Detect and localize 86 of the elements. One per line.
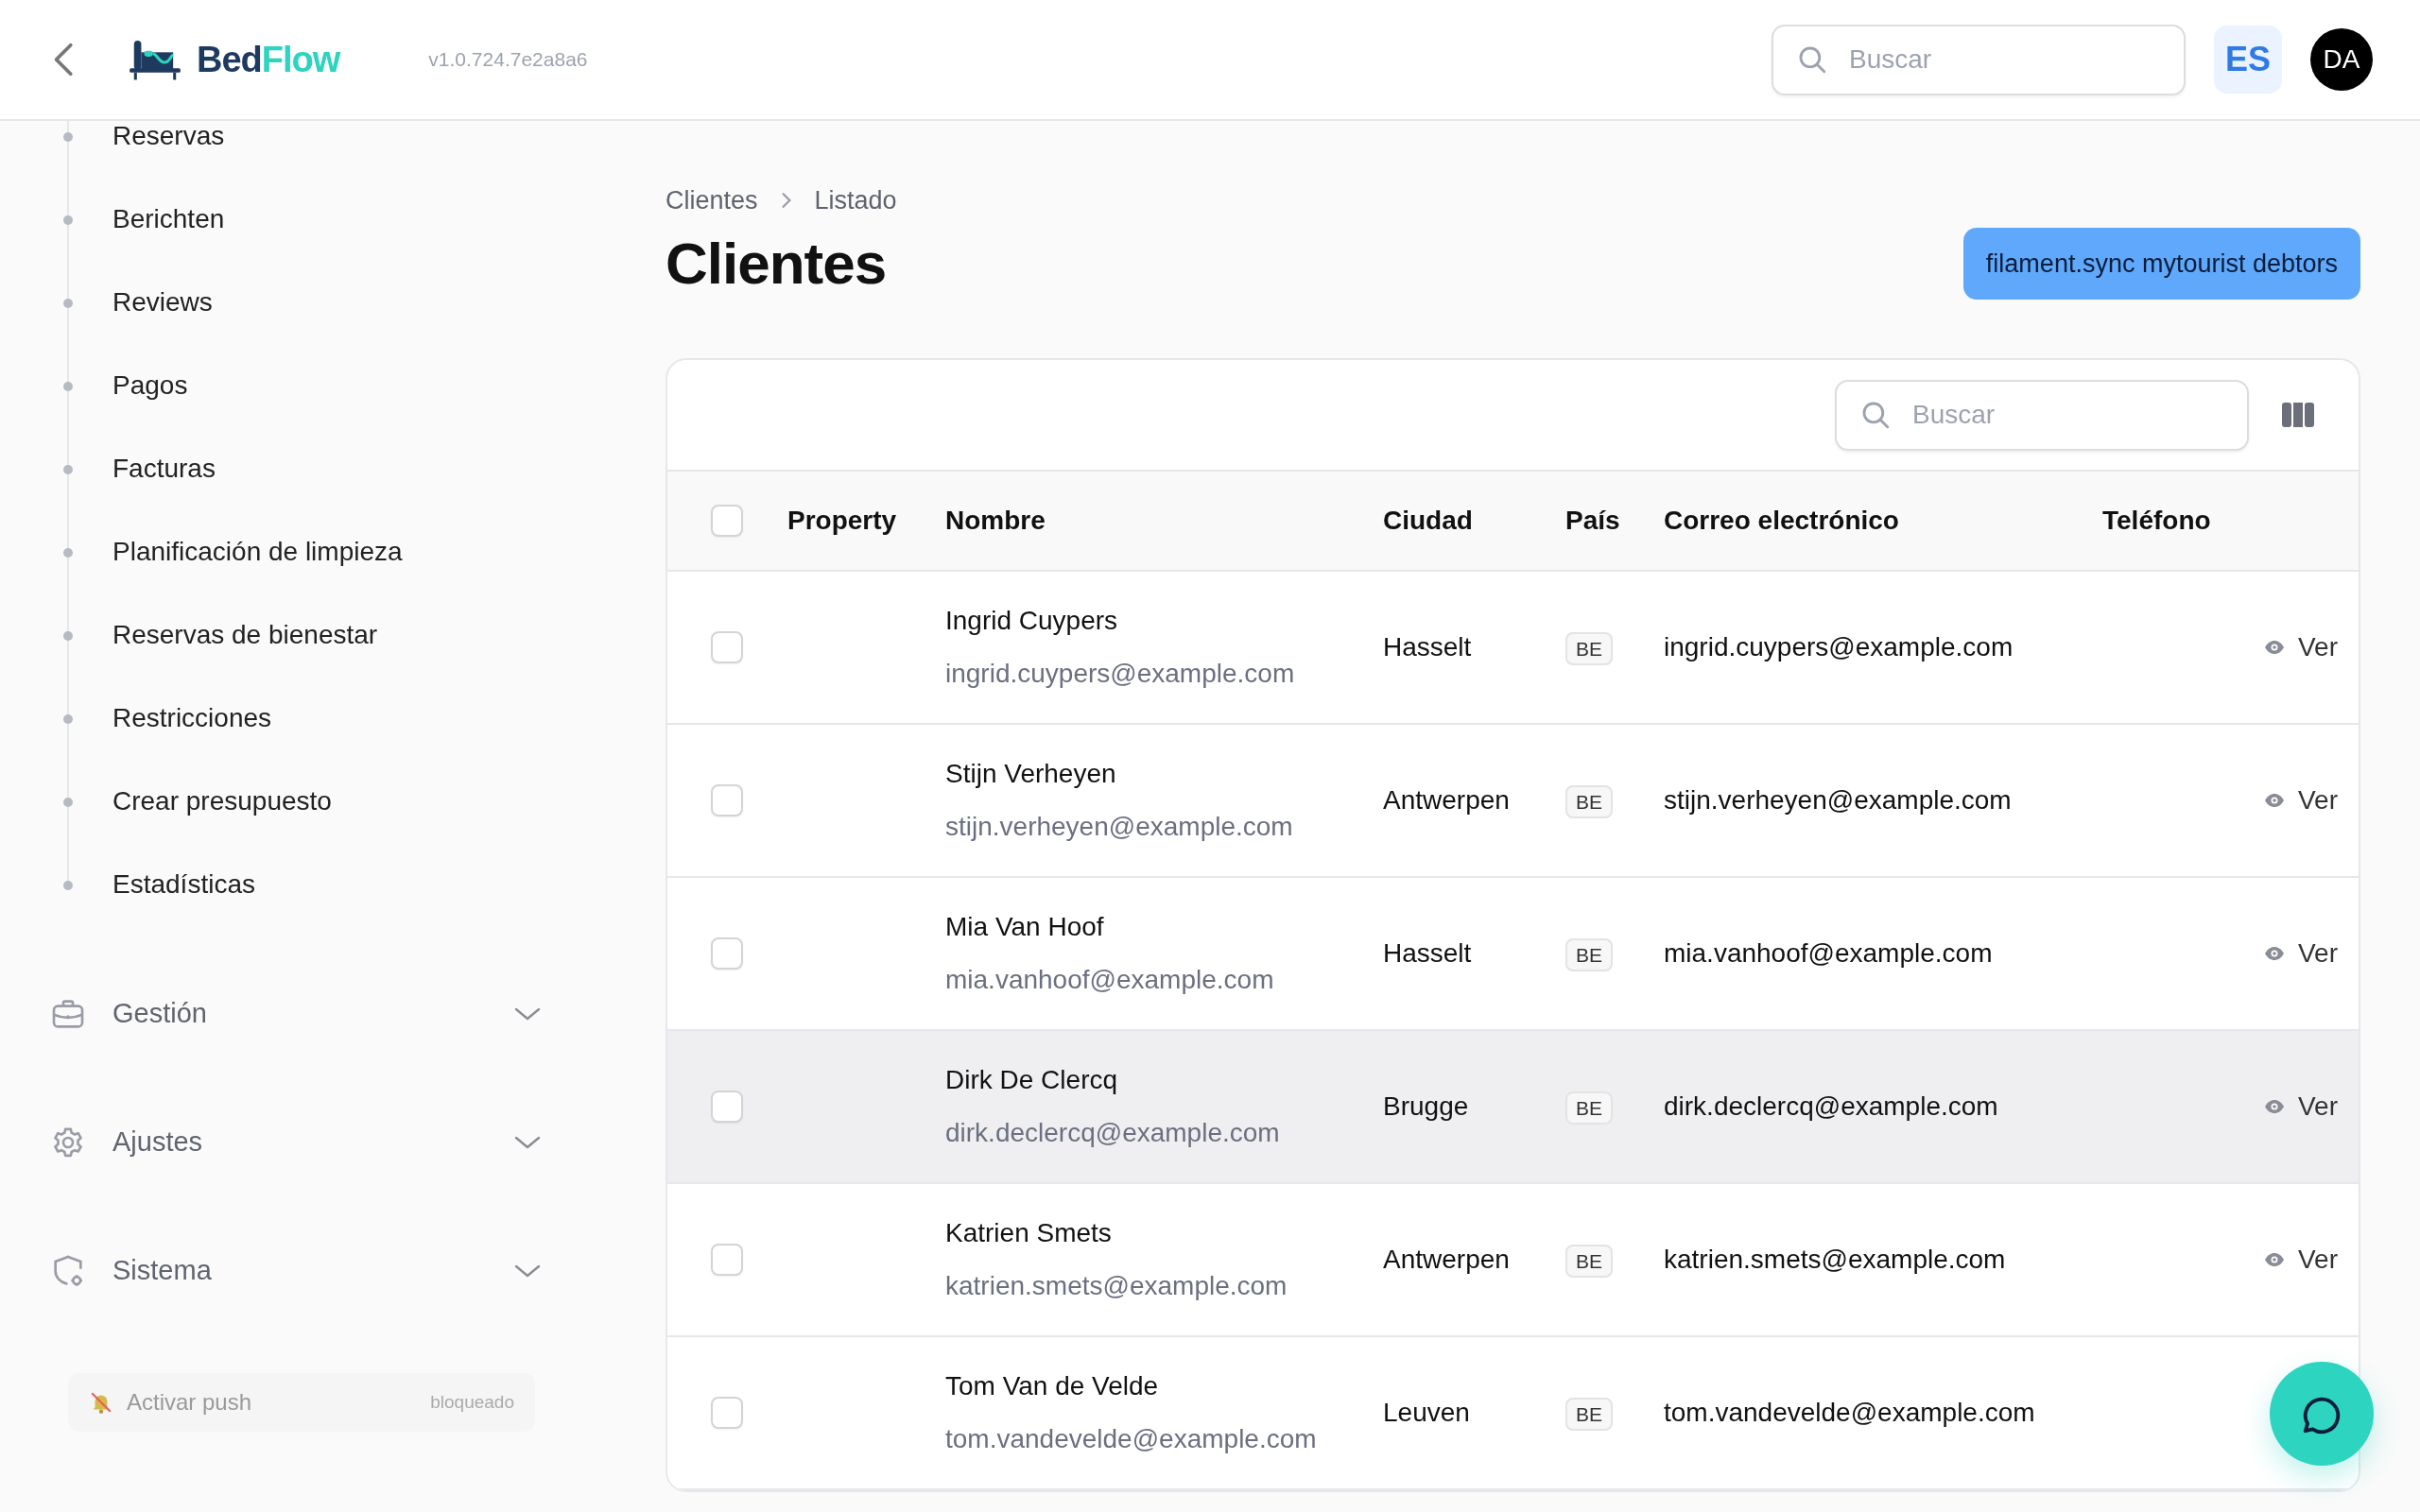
email-cell-text: katrien.smets@example.com [1664, 1244, 2007, 1276]
client-email: mia.vanhoof@example.com [945, 964, 1275, 996]
columns-icon [2281, 403, 2315, 427]
row-checkbox[interactable] [711, 784, 743, 816]
client-name: Dirk De Clercq [945, 1064, 1119, 1096]
country-tag: BE [1565, 785, 1613, 818]
sidebar-item[interactable]: Planificación de limpieza [112, 532, 403, 572]
language-button[interactable]: ES [2214, 26, 2282, 94]
column-header[interactable]: País [1565, 501, 1664, 541]
sidebar-item[interactable]: Crear presupuesto [112, 782, 332, 821]
client-name: Tom Van de Velde [945, 1370, 1160, 1402]
nav-dot [63, 299, 73, 308]
row-checkbox[interactable] [711, 937, 743, 970]
app-logo-text: BedFlow [197, 38, 340, 81]
country-tag: BE [1565, 632, 1613, 665]
nav-dot [63, 714, 73, 724]
user-avatar[interactable]: DA [2310, 28, 2373, 91]
city-cell-text: Antwerpen [1383, 1244, 1511, 1276]
row-checkbox[interactable] [711, 1244, 743, 1276]
view-link[interactable]: Ver [2261, 627, 2338, 667]
client-name: Stijn Verheyen [945, 758, 1117, 790]
sync-button[interactable]: filament.sync mytourist debtors [1962, 227, 2360, 300]
city-cell-text: Hasselt [1383, 631, 1473, 663]
sidebar-item[interactable]: Reservas de bienestar [112, 615, 378, 655]
select-all-checkbox[interactable] [711, 505, 743, 537]
sidebar-group[interactable]: Ajustes [112, 1122, 514, 1163]
search-field[interactable]: Buscar [1835, 379, 2249, 451]
sidebar-group[interactable]: Sistema [112, 1250, 514, 1292]
nav-dot [63, 548, 73, 558]
email-cell-text: dirk.declercq@example.com [1664, 1091, 1999, 1123]
columns-button[interactable] [2281, 403, 2315, 427]
page-title: Clientes [666, 229, 887, 298]
email-cell-text: stijn.verheyen@example.com [1664, 784, 2013, 816]
nav-dot [63, 215, 73, 225]
column-header[interactable]: Ciudad [1383, 501, 1565, 541]
client-email: tom.vandevelde@example.com [945, 1423, 1318, 1455]
sidebar-item[interactable]: Restricciones [112, 698, 272, 738]
country-tag: BE [1565, 1245, 1613, 1278]
city-cell-text: Leuven [1383, 1397, 1471, 1429]
search-field[interactable]: Buscar [1772, 24, 2186, 95]
city-cell-text: Brugge [1383, 1091, 1470, 1123]
client-email: katrien.smets@example.com [945, 1270, 1288, 1302]
sidebar-item[interactable]: Facturas [112, 449, 216, 489]
view-link[interactable]: Ver [2261, 934, 2338, 973]
column-header[interactable]: Property [787, 501, 945, 541]
nav-dot [63, 132, 73, 142]
nav-dot [63, 798, 73, 807]
city-cell-text: Hasselt [1383, 937, 1473, 970]
row-checkbox[interactable] [711, 1091, 743, 1123]
breadcrumb-link[interactable]: Clientes [666, 181, 758, 220]
view-link[interactable]: Ver [2261, 781, 2338, 820]
nav-dot [63, 465, 73, 474]
client-email: stijn.verheyen@example.com [945, 811, 1294, 843]
nav-dot [63, 881, 73, 890]
client-name: Ingrid Cuypers [945, 605, 1119, 637]
email-cell-text: mia.vanhoof@example.com [1664, 937, 1994, 970]
client-name: Katrien Smets [945, 1217, 1113, 1249]
country-tag: BE [1565, 938, 1613, 971]
email-cell-text: tom.vandevelde@example.com [1664, 1397, 2036, 1429]
country-tag: BE [1565, 1398, 1613, 1431]
sidebar-item[interactable]: Berichten [112, 199, 225, 239]
column-header[interactable]: Correo electrónico [1664, 501, 2102, 541]
email-cell-text: ingrid.cuypers@example.com [1664, 631, 2014, 663]
sidebar-item[interactable]: Estadísticas [112, 865, 255, 904]
breadcrumb-separator-icon [780, 192, 792, 210]
version-label: v1.0.724.7e2a8a6 [428, 47, 588, 73]
nav-dot [63, 631, 73, 641]
view-link[interactable]: Ver [2261, 1240, 2338, 1280]
row-checkbox[interactable] [711, 631, 743, 663]
sidebar-item[interactable]: Reviews [112, 283, 213, 322]
client-email: dirk.declercq@example.com [945, 1117, 1281, 1149]
view-link[interactable]: Ver [2261, 1087, 2338, 1126]
nav-dot [63, 382, 73, 391]
client-email: ingrid.cuypers@example.com [945, 658, 1296, 690]
column-header[interactable]: Nombre [945, 501, 1383, 541]
column-header[interactable]: Teléfono [2102, 501, 2338, 541]
sidebar-item[interactable]: Reservas [112, 121, 225, 156]
client-name: Mia Van Hoof [945, 911, 1105, 943]
country-tag: BE [1565, 1091, 1613, 1125]
breadcrumb-link[interactable]: Listado [814, 181, 897, 220]
row-checkbox[interactable] [711, 1397, 743, 1429]
bed-logo-icon [127, 38, 183, 81]
sidebar-group[interactable]: Gestión [112, 993, 514, 1035]
sidebar-item[interactable]: Pagos [112, 366, 188, 405]
muted-bell-icon [89, 1390, 113, 1415]
city-cell-text: Antwerpen [1383, 784, 1511, 816]
